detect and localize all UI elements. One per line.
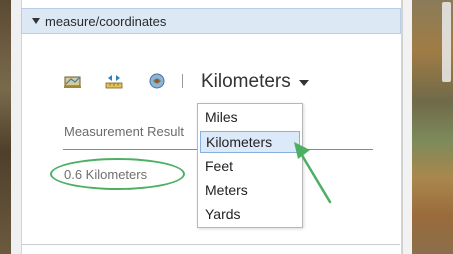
collapse-caret-icon[interactable] [32,18,40,24]
panel-header[interactable]: measure/coordinates [21,8,401,34]
unit-select-value: Kilometers [201,71,291,92]
annotation-ellipse [50,158,185,190]
panel-title: measure/coordinates [45,13,167,29]
toolbar-separator [182,74,183,88]
chevron-down-icon[interactable] [298,80,309,86]
map-background-right [412,0,453,254]
map-scrollbar[interactable] [442,2,451,82]
location-tool-icon[interactable] [147,72,167,90]
map-background-left [0,0,11,254]
unit-option-kilometers[interactable]: Kilometers [200,131,300,153]
unit-dropdown-menu: Miles Kilometers Feet Meters Yards [197,103,303,228]
unit-option-yards[interactable]: Yards [200,203,300,225]
annotation-arrow-icon [294,142,332,204]
unit-option-meters[interactable]: Meters [200,179,300,201]
unit-select[interactable]: Kilometers [201,70,309,94]
panel-bottom-divider [22,244,400,245]
measurement-result-label: Measurement Result [64,124,184,139]
area-tool-icon[interactable] [63,72,83,90]
unit-option-miles[interactable]: Miles [200,106,300,128]
unit-option-feet[interactable]: Feet [200,155,300,177]
distance-tool-icon[interactable] [104,72,124,90]
